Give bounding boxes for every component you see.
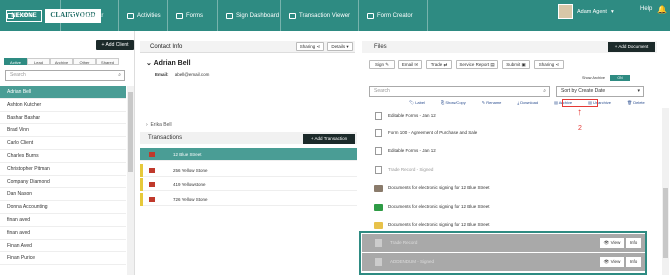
- files-scrollbar[interactable]: [662, 108, 669, 275]
- add-document-button[interactable]: + Add Document: [608, 42, 655, 52]
- folder-icon: [374, 222, 383, 229]
- submit-button[interactable]: Submit ▣: [502, 60, 530, 69]
- contact-sharing-button[interactable]: Sharing ⋖: [296, 42, 324, 51]
- client-row[interactable]: finan aved: [0, 214, 126, 227]
- pen-icon: [226, 12, 233, 19]
- archived-files-highlight: [359, 231, 647, 275]
- trade-button[interactable]: Trade ⇄: [426, 60, 452, 69]
- calendar-icon: [69, 12, 76, 19]
- client-list: Adrian Bell Ashton Kutcher Bashar Bashar…: [0, 86, 126, 266]
- tab-lead[interactable]: Lead: [27, 58, 50, 65]
- flag-icon: [149, 182, 155, 187]
- flag-icon: [149, 152, 155, 157]
- chevron-down-icon: ▾: [637, 88, 640, 94]
- agent-menu[interactable]: Adam Agent ▾: [558, 4, 614, 19]
- avatar: [558, 4, 573, 19]
- file-row[interactable]: Documents for electronic signing for 12 …: [372, 199, 657, 215]
- sort-select[interactable]: Sort by Create Date ▾: [556, 86, 644, 97]
- client-row[interactable]: finan aved: [0, 227, 126, 240]
- client-row[interactable]: Finan Aved: [0, 240, 126, 253]
- add-transaction-button[interactable]: + Add Transaction: [303, 134, 355, 144]
- home-icon: [7, 13, 14, 19]
- nav-forms[interactable]: Forms: [167, 0, 203, 31]
- download-action[interactable]: ⤓ Download: [517, 100, 546, 105]
- nav-home[interactable]: Home: [7, 8, 33, 24]
- help-link[interactable]: Help: [640, 6, 652, 12]
- contact-email: Email: abell@email.com: [155, 72, 210, 77]
- client-row[interactable]: Christopher Pitman: [0, 163, 126, 176]
- chevron-right-icon: ›: [146, 122, 148, 128]
- show-copy-action[interactable]: ⎘ Show/Copy: [441, 100, 474, 105]
- files-sharing-button[interactable]: Sharing ⋖: [534, 60, 564, 69]
- show-archive-label: Show Archive: [582, 76, 606, 80]
- activities-icon: [127, 12, 134, 19]
- client-tabs: Active Lead Archive Other Shared: [4, 58, 119, 65]
- flag-icon: [149, 168, 155, 173]
- unarchive-highlight: [562, 99, 598, 107]
- document-icon: [375, 166, 382, 174]
- chevron-down-icon[interactable]: ⌄: [146, 60, 152, 67]
- tab-shared[interactable]: Shared: [96, 58, 119, 65]
- folder-icon: [374, 185, 383, 192]
- delete-action[interactable]: 🗑 Delete: [627, 100, 653, 105]
- client-row[interactable]: Ashton Kutcher: [0, 99, 126, 112]
- files-search-input[interactable]: Search ⌕: [369, 86, 550, 97]
- document-icon: [375, 112, 382, 120]
- file-actions: 🏷 Label ⎘ Show/Copy ✎ Rename ⤓ Download …: [409, 100, 661, 105]
- nav-calendar[interactable]: Calendar: [60, 0, 103, 31]
- label-action[interactable]: 🏷 Label: [409, 100, 433, 105]
- client-scrollbar[interactable]: [127, 86, 134, 275]
- tab-active[interactable]: Active: [4, 58, 27, 65]
- scroll-thumb[interactable]: [128, 92, 133, 172]
- nav-sign-dashboard[interactable]: Sign Dashboard: [217, 0, 279, 31]
- show-archive-toggle[interactable]: ON: [610, 75, 630, 81]
- file-row[interactable]: Form 100 - Agreement of Purchase and Sal…: [372, 125, 657, 141]
- client-row[interactable]: Company Diamond: [0, 176, 126, 189]
- tab-archive[interactable]: Archive: [50, 58, 73, 65]
- folder-icon: [374, 204, 383, 211]
- file-row[interactable]: Trade Record - Signed: [372, 162, 657, 178]
- client-row[interactable]: Dan Nason: [0, 188, 126, 202]
- scroll-thumb[interactable]: [663, 188, 668, 258]
- bell-icon[interactable]: 🔔: [657, 5, 667, 14]
- client-search-input[interactable]: Search ⌕: [5, 70, 125, 81]
- document-icon: [375, 129, 382, 137]
- file-row[interactable]: Editable Forms - Jan 12: [372, 143, 657, 159]
- search-icon[interactable]: ⌕: [118, 71, 121, 80]
- flag-icon: [149, 197, 155, 202]
- client-row[interactable]: Adrian Bell: [0, 86, 126, 99]
- client-row[interactable]: Finan Purice: [0, 252, 126, 266]
- transaction-row[interactable]: 12 Blue Street: [140, 148, 357, 161]
- email-button[interactable]: Email ✉: [398, 60, 422, 69]
- client-row[interactable]: Charles Burns: [0, 150, 126, 163]
- grid-icon: [289, 12, 296, 19]
- sign-button[interactable]: Sign ✎: [369, 60, 395, 69]
- transaction-row[interactable]: 419 Yellowstone: [140, 178, 357, 191]
- forms-icon: [176, 12, 183, 19]
- file-row[interactable]: Documents for electronic signing for 12 …: [372, 180, 657, 196]
- tab-other[interactable]: Other: [73, 58, 96, 65]
- transaction-row[interactable]: 726 Yellow Stone: [140, 193, 357, 206]
- client-row[interactable]: Brad Vinn: [0, 124, 126, 138]
- client-row[interactable]: Donna Accounting: [0, 201, 126, 214]
- client-row[interactable]: Carlo Client: [0, 137, 126, 150]
- file-row[interactable]: Editable Forms - Jan 12: [372, 108, 657, 124]
- client-row[interactable]: Bashar Bashar: [0, 112, 126, 125]
- add-client-button[interactable]: + Add Client: [96, 40, 134, 50]
- nav-activities[interactable]: Activities: [118, 0, 161, 31]
- contact-details-button[interactable]: Details ▾: [327, 42, 353, 51]
- contact-name: ⌄ Adrian Bell: [146, 60, 191, 67]
- rename-action[interactable]: ✎ Rename: [482, 100, 510, 105]
- search-icon[interactable]: ⌕: [543, 87, 546, 96]
- document-icon: [375, 147, 382, 155]
- chevron-down-icon: ▾: [610, 8, 614, 15]
- transaction-row[interactable]: 256 Yellow Stone: [140, 164, 357, 177]
- service-report-button[interactable]: Service Report ▤: [456, 60, 498, 69]
- form-creator-icon: [367, 12, 374, 19]
- nav-transaction-viewer[interactable]: Transaction Viewer: [280, 0, 350, 31]
- related-contact[interactable]: › Erika Bell: [146, 122, 172, 128]
- nav-form-creator[interactable]: Form Creator: [358, 0, 428, 31]
